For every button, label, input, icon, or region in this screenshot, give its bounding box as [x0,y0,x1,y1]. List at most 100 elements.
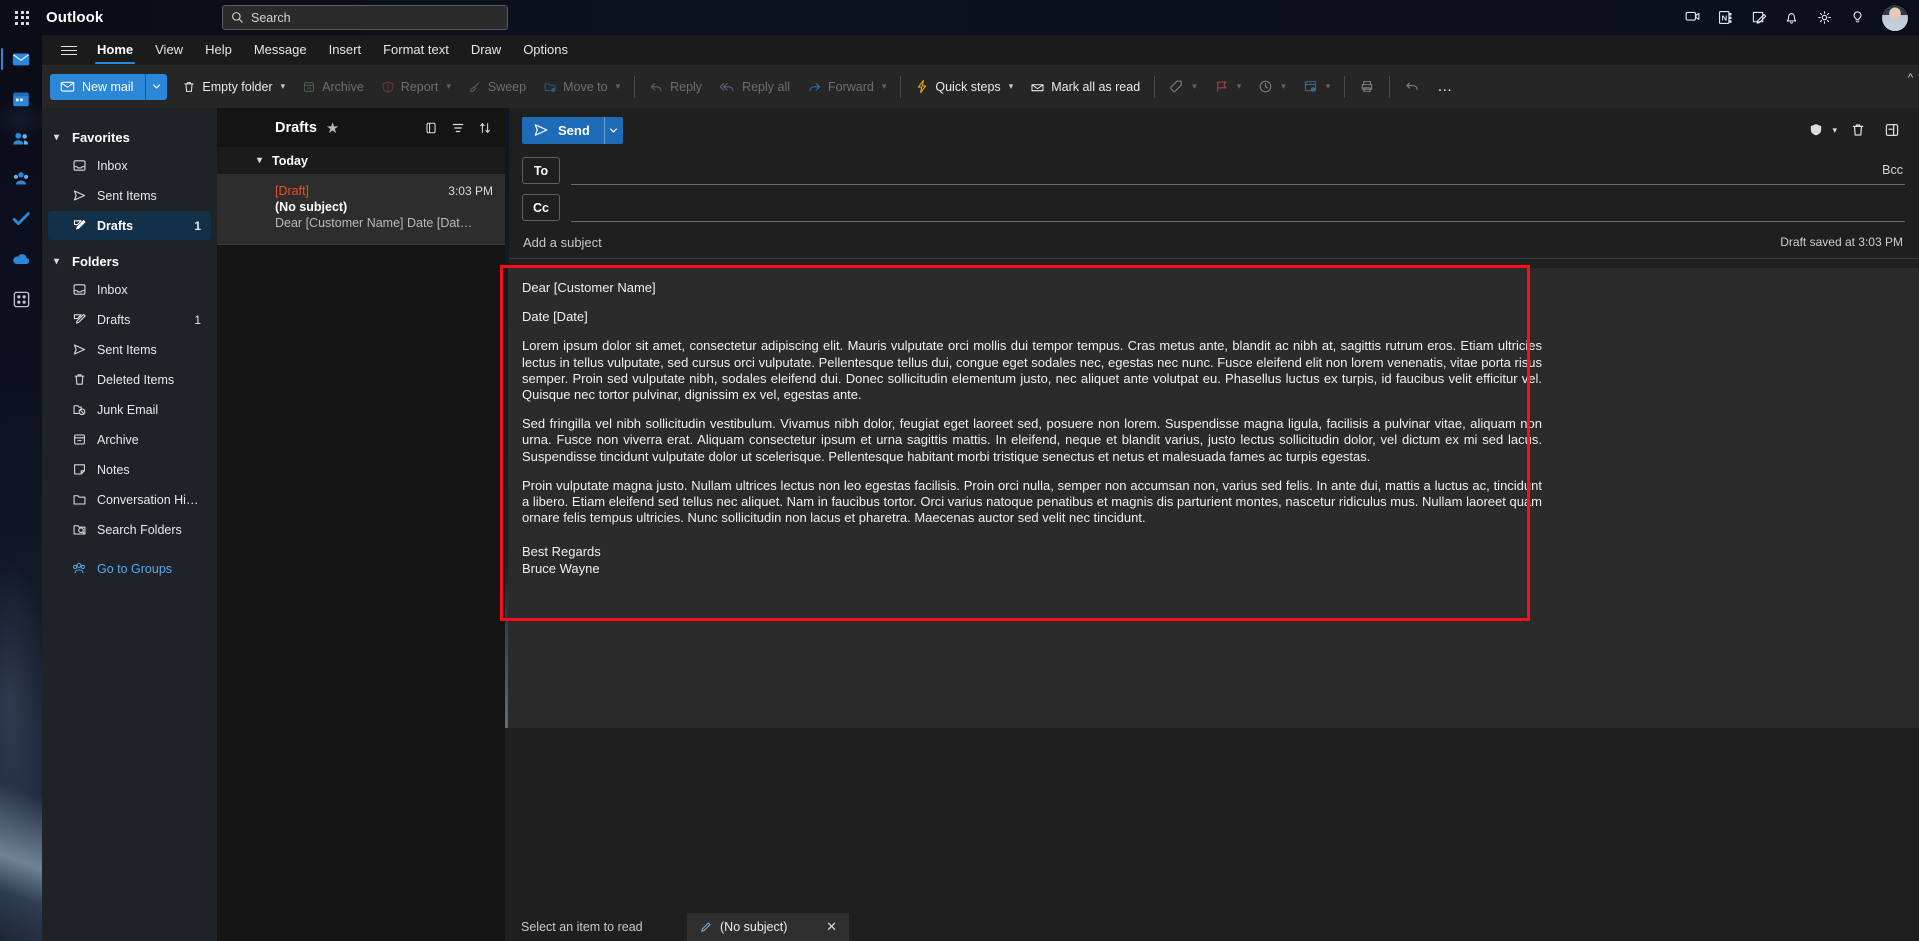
inbox-icon [70,282,88,297]
archive-icon [304,81,315,92]
to-underline [571,184,1905,185]
sidebar-item-favorites-inbox[interactable]: Inbox [48,151,211,180]
help-icon[interactable] [1842,3,1872,33]
send-paperplane-icon [534,124,548,136]
list-item[interactable]: [Draft] (No subject) Dear [Customer Name… [217,175,505,245]
onenote-feed-icon[interactable]: N [1710,3,1740,33]
new-mail-button[interactable]: New mail [50,73,146,100]
app-rail [0,35,42,941]
print-icon [1362,81,1373,92]
tab-options[interactable]: Options [512,38,579,62]
popout-icon[interactable] [1879,117,1905,143]
body-date-line: Date [Date] [522,309,588,325]
go-to-groups-label: Go to Groups [97,561,173,576]
sidebar-item-notes[interactable]: Notes [48,455,211,484]
rail-item-groups[interactable] [1,160,41,198]
mark-all-as-read-button[interactable]: Mark all as read [1022,73,1148,100]
rail-item-apps[interactable] [1,280,41,318]
to-input[interactable] [571,158,1859,183]
sidebar-item-favorites-drafts[interactable]: Drafts 1 [48,211,211,240]
search-input[interactable]: Search [222,5,508,30]
app-launcher-icon[interactable] [0,0,44,35]
to-button[interactable]: To [522,157,560,184]
list-item-time: 3:03 PM [448,184,493,198]
sweep-label: Sweep [487,79,527,94]
toolbar-divider [900,75,902,98]
undo-icon [1406,82,1418,90]
chevron-down-icon[interactable]: ▾ [257,155,262,166]
chevron-down-icon: ▾ [1236,81,1242,91]
sidebar-item-label: Search Folders [97,522,182,537]
sidebar-item-conversation-history[interactable]: Conversation Histo... [48,485,211,514]
more-options-button[interactable]: … [1429,73,1462,100]
cc-button[interactable]: Cc [522,194,560,221]
notifications-bell-icon[interactable] [1776,3,1806,33]
filter-icon[interactable] [446,116,470,140]
subject-input[interactable] [523,234,1023,250]
send-button-group: Send [522,116,623,144]
sidebar-item-search-folders[interactable]: Search Folders [48,515,211,544]
flag-button: ▾ [1206,73,1250,100]
chevron-down-icon[interactable]: ▾ [281,81,286,92]
chevron-down-icon[interactable]: ▾ [1832,125,1837,136]
avatar[interactable] [1881,3,1909,32]
favorites-group-header[interactable]: ▾ Favorites [42,124,217,150]
checkmark-icon [12,212,30,226]
discard-trash-icon[interactable] [1845,117,1871,143]
tab-format-text[interactable]: Format text [372,38,460,62]
sidebar-item-archive[interactable]: Archive [48,425,211,454]
bcc-toggle[interactable]: Bcc [1882,163,1903,177]
sidebar-item-deleted-items[interactable]: Deleted Items [48,365,211,394]
rail-item-calendar[interactable] [1,80,41,118]
sort-icon[interactable] [473,116,497,140]
settings-gear-icon[interactable] [1809,3,1839,33]
quick-steps-button[interactable]: Quick steps ▾ [907,73,1021,100]
tab-view[interactable]: View [144,38,194,62]
collapse-ribbon-icon[interactable]: ^ [1908,72,1913,84]
go-to-groups-link[interactable]: Go to Groups [48,554,211,583]
conversation-view-icon[interactable] [419,116,443,140]
send-options-dropdown[interactable] [603,116,623,144]
rail-item-todo[interactable] [1,200,41,238]
sidebar-item-drafts[interactable]: Drafts 1 [48,305,211,334]
svg-text:N: N [1721,13,1727,22]
tab-draw[interactable]: Draw [460,38,512,62]
sidebar-item-inbox[interactable]: Inbox [48,275,211,304]
message-list-pane: Drafts ★ ▾ Today [Draft] (No subject) De… [217,108,505,941]
print-button [1351,73,1383,100]
chevron-down-icon[interactable]: ▾ [1009,81,1014,92]
reply-all-label: Reply all [742,79,790,94]
folders-group-header[interactable]: ▾ Folders [42,248,217,274]
message-body-editor[interactable]: Dear [Customer Name] Date [Date] Lorem i… [508,268,1919,728]
chevron-down-icon[interactable]: ▾ [54,132,64,143]
sidebar-item-favorites-sent-items[interactable]: Sent Items [48,181,211,210]
compose-taskbar-tab[interactable]: (No subject) ✕ [687,913,849,941]
rail-item-onedrive[interactable] [1,240,41,278]
sidebar-item-label: Drafts [97,312,131,327]
star-filled-icon[interactable]: ★ [326,119,339,137]
close-x-icon[interactable]: ✕ [824,919,839,935]
sidebar-item-label: Sent Items [97,188,157,203]
meet-now-icon[interactable] [1677,3,1707,33]
mark-read-icon [1031,83,1044,91]
list-day-group-today[interactable]: ▾ Today [217,147,505,175]
my-day-icon[interactable] [1743,3,1773,33]
tag-button: ▾ [1161,73,1205,100]
tab-message[interactable]: Message [243,38,318,62]
tab-insert[interactable]: Insert [318,38,373,62]
empty-folder-button[interactable]: Empty folder ▾ [174,73,293,100]
send-button[interactable]: Send [522,116,604,144]
sidebar-item-junk-email[interactable]: Junk Email [48,395,211,424]
tab-help[interactable]: Help [194,38,243,62]
protection-shield-icon[interactable] [1803,117,1829,143]
rail-item-people[interactable] [1,120,41,158]
chevron-down-icon[interactable]: ▾ [54,256,64,267]
rail-item-mail[interactable] [1,40,41,78]
tab-home[interactable]: Home [86,38,144,64]
reply-button: Reply [641,73,710,100]
sidebar-item-sent-items[interactable]: Sent Items [48,335,211,364]
hamburger-menu-icon[interactable] [52,36,86,64]
cc-input[interactable] [571,195,1859,220]
new-mail-dropdown[interactable] [145,73,168,100]
reply-all-button: Reply all [711,73,798,100]
